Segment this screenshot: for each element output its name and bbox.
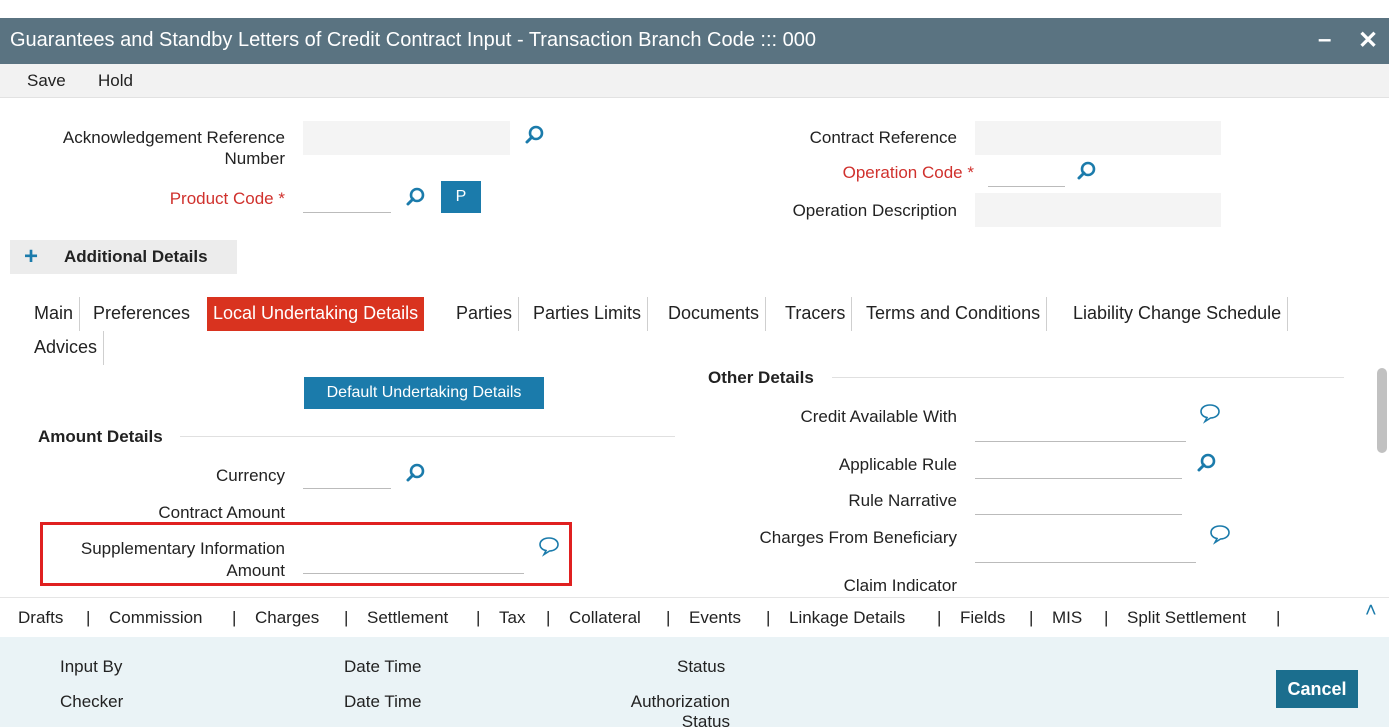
ack-ref-label-line2: Number [224,149,285,168]
contract-amount-label: Contract Amount [158,503,285,522]
separator: | [1104,608,1109,627]
status-label: Status [677,657,726,676]
authorization-status-label-line2: Status [681,712,730,727]
additional-details-label: Additional Details [64,247,208,266]
comment-icon[interactable] [1209,523,1231,545]
subsystem-split-settlement[interactable]: Split Settlement [1127,608,1246,628]
required-marker: * [967,163,974,182]
separator: | [1029,608,1034,627]
window-titlebar: Guarantees and Standby Letters of Credit… [0,18,1389,64]
subsystem-bar: Drafts | Commission | Charges | Settleme… [0,597,1389,637]
search-icon[interactable] [405,186,427,208]
operation-code-label: Operation Code * [842,163,974,182]
supplementary-info-label-line2: Amount [226,561,285,580]
close-button[interactable]: ✕ [1358,26,1378,55]
subsystem-collateral[interactable]: Collateral [569,608,641,628]
subsystem-fields[interactable]: Fields [960,608,1005,628]
tab-tracers[interactable]: Tracers [779,297,853,331]
ack-ref-label: Acknowledgement Reference [62,128,285,147]
save-menu-item[interactable]: Save [27,71,66,91]
checker-date-time-label: Date Time [344,692,422,711]
minimize-button[interactable]: – [1318,26,1331,54]
separator: | [766,608,771,627]
credit-available-input[interactable] [975,408,1186,442]
operation-desc-label: Operation Description [792,201,957,220]
scrollbar-thumb[interactable] [1377,368,1387,453]
separator: | [546,608,551,627]
tab-liability-change-schedule[interactable]: Liability Change Schedule [1067,297,1289,331]
ack-ref-input[interactable] [303,121,510,155]
currency-input[interactable] [303,455,391,489]
subsystem-events[interactable]: Events [689,608,741,628]
cancel-button[interactable]: Cancel [1276,670,1358,708]
operation-code-input[interactable] [988,153,1065,187]
search-icon[interactable] [405,462,427,484]
rule-narrative-label: Rule Narrative [848,491,957,510]
separator: | [666,608,671,627]
claim-indicator-label: Claim Indicator [843,576,957,595]
date-time-label: Date Time [344,657,422,676]
comment-icon[interactable] [1199,402,1221,424]
subsystem-commission[interactable]: Commission [109,608,203,628]
tab-advices[interactable]: Advices [28,331,105,365]
top-strip [0,0,1389,18]
tab-documents[interactable]: Documents [662,297,767,331]
charges-from-beneficiary-label: Charges From Beneficiary [759,528,957,547]
tab-preferences[interactable]: Preferences [87,297,196,331]
tab-main[interactable]: Main [28,297,81,331]
hold-menu-item[interactable]: Hold [98,71,133,91]
tab-local-undertaking-details[interactable]: Local Undertaking Details [207,297,425,331]
checker-label: Checker [60,692,124,711]
menu-bar: Save Hold [0,64,1389,98]
tab-parties[interactable]: Parties [450,297,520,331]
amount-details-heading: Amount Details [38,427,163,446]
separator: | [1276,608,1281,627]
section-divider [180,436,675,437]
other-details-heading: Other Details [708,368,814,387]
search-icon[interactable] [524,124,546,146]
tab-terms-and-conditions[interactable]: Terms and Conditions [860,297,1048,331]
product-pick-button[interactable]: P [441,181,481,213]
expand-plus-icon: + [24,243,39,270]
subsystem-charges[interactable]: Charges [255,608,319,628]
comment-icon[interactable] [538,535,560,557]
authorization-status-label: Authorization [630,692,730,711]
tab-parties-limits[interactable]: Parties Limits [527,297,649,331]
required-marker: * [278,189,285,208]
charges-from-beneficiary-input[interactable] [975,529,1196,563]
input-by-label: Input By [60,657,123,676]
default-undertaking-details-button[interactable]: Default Undertaking Details [304,377,544,409]
rule-narrative-input[interactable] [975,481,1182,515]
supplementary-info-label: Supplementary Information [80,539,285,558]
subsystem-tax[interactable]: Tax [499,608,525,628]
product-code-label: Product Code * [169,189,285,208]
subsystem-drafts[interactable]: Drafts [18,608,63,628]
contract-ref-input[interactable] [975,121,1221,155]
separator: | [344,608,349,627]
subsystem-mis[interactable]: MIS [1052,608,1082,628]
subsystem-linkage-details[interactable]: Linkage Details [789,608,905,628]
contract-ref-label: Contract Reference [809,128,957,147]
separator: | [937,608,942,627]
applicable-rule-input[interactable] [975,445,1182,479]
additional-details-toggle[interactable]: + Additional Details [10,240,237,274]
search-icon[interactable] [1076,160,1098,182]
applicable-rule-label: Applicable Rule [838,455,957,474]
section-divider [832,377,1344,378]
currency-label: Currency [216,466,285,485]
subsystem-settlement[interactable]: Settlement [367,608,448,628]
audit-footer: Input By Date Time Status Checker Date T… [0,637,1389,727]
operation-desc-input[interactable] [975,193,1221,227]
search-icon[interactable] [1196,452,1218,474]
separator: | [86,608,91,627]
credit-available-label: Credit Available With [800,407,957,426]
separator: | [232,608,237,627]
product-code-input[interactable] [303,179,391,213]
window-title: Guarantees and Standby Letters of Credit… [10,29,817,51]
collapse-chevron-up-icon[interactable]: ˄ [1365,600,1377,623]
separator: | [476,608,481,627]
supplementary-info-input[interactable] [303,540,524,574]
